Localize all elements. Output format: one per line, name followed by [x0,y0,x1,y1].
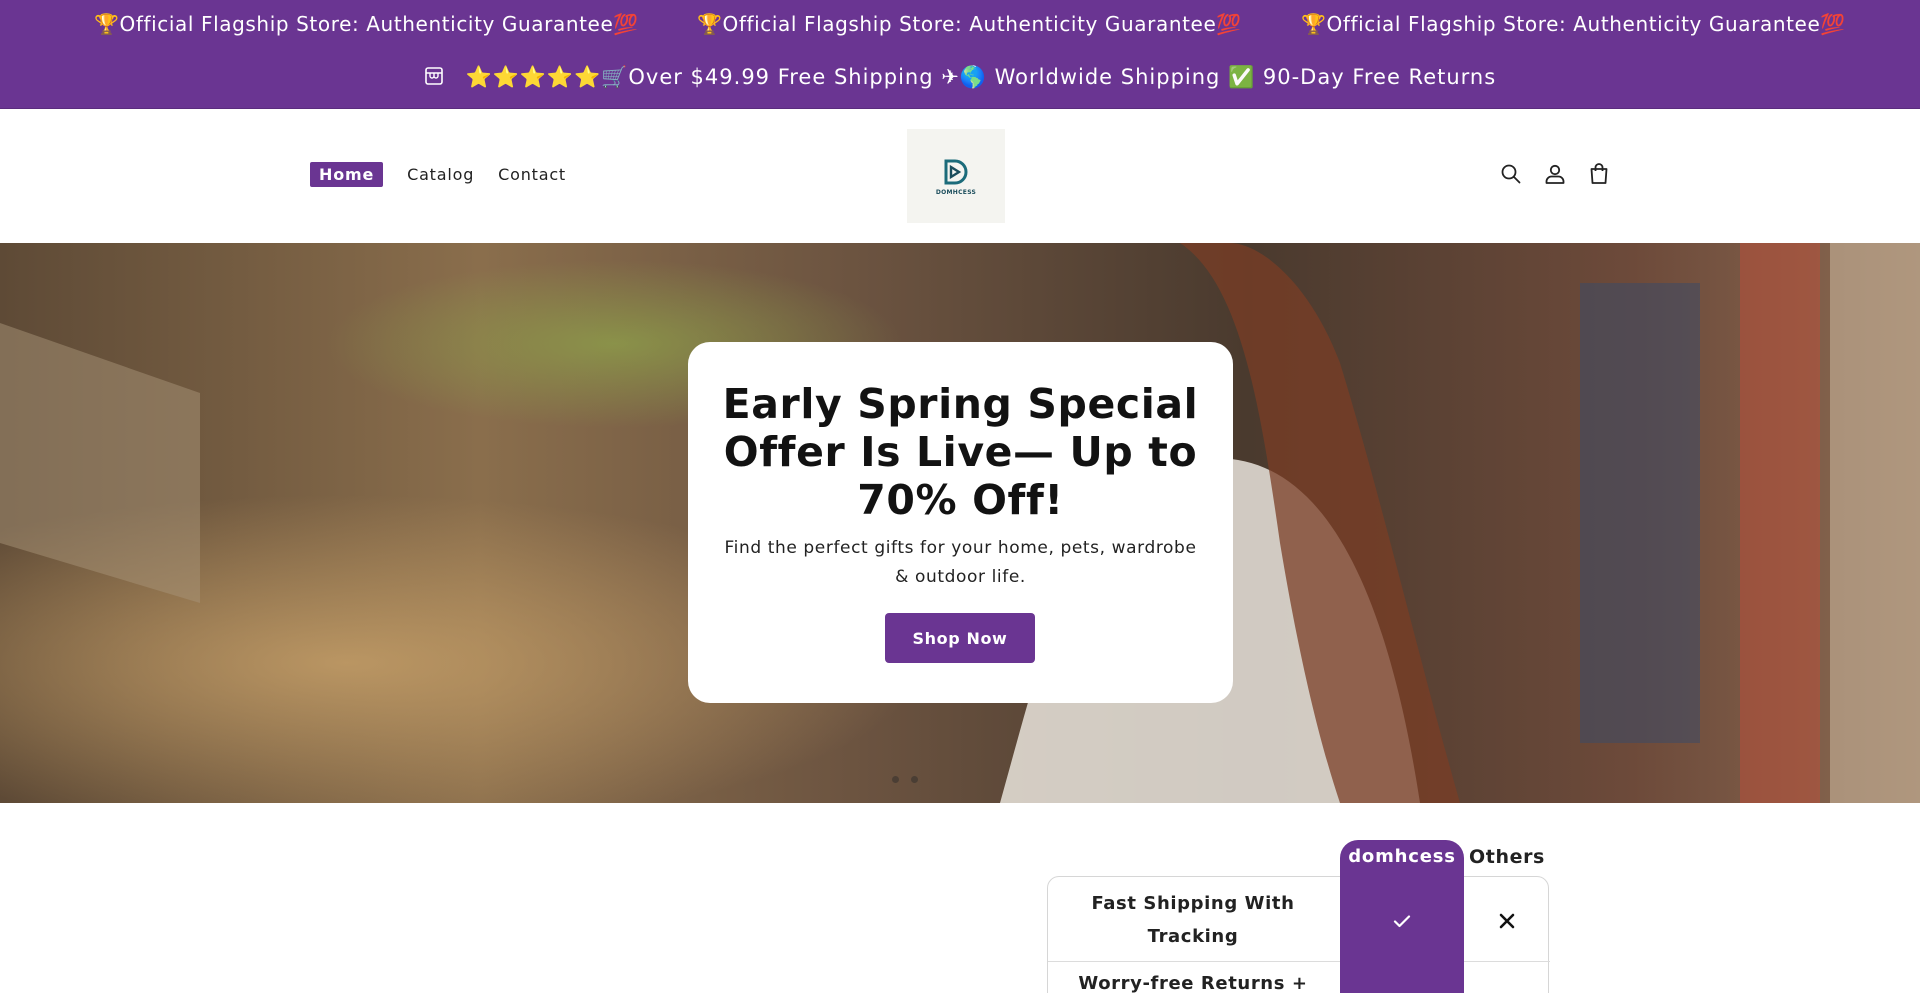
logo-mark-icon [944,159,968,184]
main-nav: Home Catalog Contact [310,162,566,187]
account-icon[interactable] [1543,162,1567,186]
slider-dots [892,776,918,783]
announcement-bar: ⭐⭐⭐⭐⭐🛒Over $49.99 Free Shipping ✈🌎 World… [0,50,1920,109]
cross-icon [1499,913,1515,929]
hero-subtitle: Find the perfect gifts for your home, pe… [724,538,1197,587]
store-icon [424,67,443,85]
others-column-label: Others [1469,846,1545,868]
marquee-bar: 🏆Official Flagship Store: Authenticity G… [0,0,1920,50]
brand-column: domhcess [1340,840,1464,993]
nav-home[interactable]: Home [310,162,384,187]
brand-column-label: domhcess [1348,846,1456,867]
comparison-table-body: Fast Shipping With Tracking Worry-free R… [1047,876,1550,993]
marquee-item: 🏆Official Flagship Store: Authenticity G… [1301,12,1846,36]
marquee-item: 🏆Official Flagship Store: Authenticity G… [697,12,1242,36]
marquee-item: 🏆Official Flagship Store: Authenticity G… [94,12,639,36]
cart-icon[interactable] [1587,162,1611,186]
search-icon[interactable] [1499,162,1523,186]
slider-dot[interactable] [892,776,899,783]
header-actions [1499,162,1611,186]
feature-label: Worry-free Returns + [1078,973,1308,993]
nav-contact[interactable]: Contact [498,165,566,184]
site-header: Home Catalog Contact DOMHCESS [0,109,1920,243]
shop-now-button[interactable]: Shop Now [885,613,1035,663]
check-icon [1393,915,1411,928]
nav-catalog[interactable]: Catalog [407,165,474,184]
hero-banner: Early Spring Special Offer Is Live— Up t… [0,243,1920,803]
hero-title: Early Spring Special Offer Is Live— Up t… [722,380,1199,524]
comparison-table: Fast Shipping With Tracking Worry-free R… [1047,840,1550,993]
slider-dot[interactable] [911,776,918,783]
row-divider [1048,961,1550,962]
store-logo[interactable]: DOMHCESS [907,129,1005,223]
logo-text: DOMHCESS [935,188,977,196]
announcement-text: ⭐⭐⭐⭐⭐🛒Over $49.99 Free Shipping ✈🌎 World… [465,65,1497,89]
feature-label: Fast Shipping With Tracking [1091,893,1295,947]
hero-card: Early Spring Special Offer Is Live— Up t… [688,342,1233,703]
